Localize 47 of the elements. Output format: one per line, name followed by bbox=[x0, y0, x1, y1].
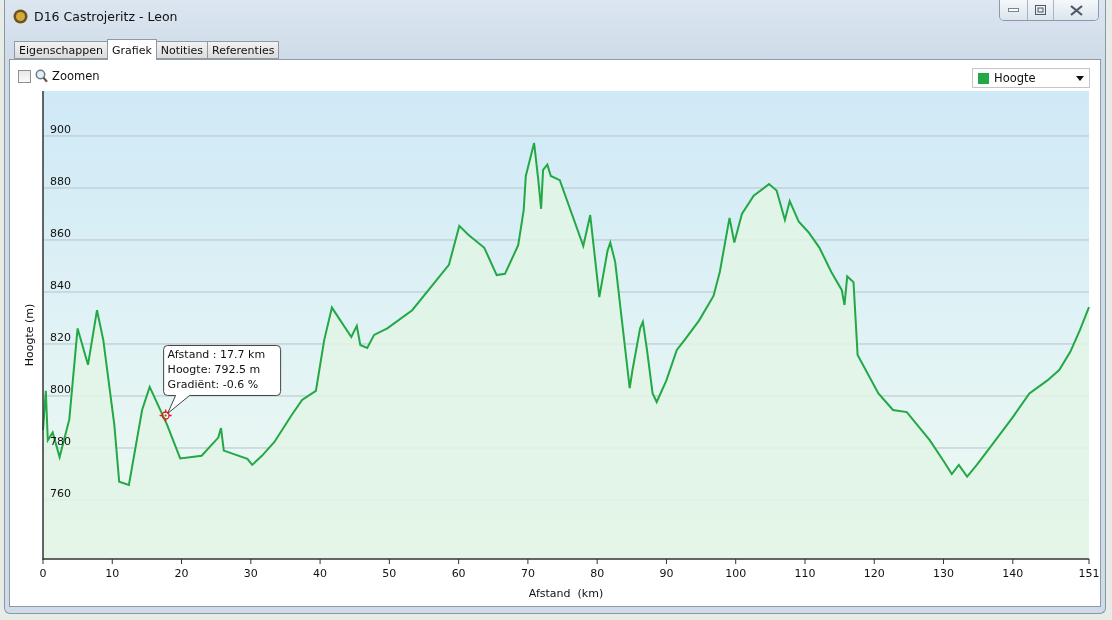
tick-label: 0 bbox=[39, 567, 47, 580]
minimize-icon bbox=[1008, 8, 1019, 12]
tooltip-text: Gradiënt: -0.6 % bbox=[167, 378, 259, 392]
crosshair-marker bbox=[158, 408, 173, 423]
axis-title: Hoogte (m) bbox=[23, 303, 36, 367]
search-icon bbox=[35, 69, 48, 83]
caret-icon bbox=[1076, 75, 1084, 81]
minimize-button[interactable] bbox=[1000, 0, 1027, 20]
app-icon bbox=[13, 9, 28, 24]
tick-label: 30 bbox=[243, 567, 258, 580]
series-dropdown[interactable]: Hoogte bbox=[972, 68, 1090, 88]
tick-label: 10 bbox=[105, 567, 120, 580]
tick-label: 80 bbox=[590, 567, 605, 580]
zoom-label: Zoomen bbox=[52, 69, 100, 83]
tick-label: 840 bbox=[50, 279, 71, 292]
tick-label: 760 bbox=[50, 487, 71, 500]
tick-label: 50 bbox=[382, 567, 397, 580]
tick-label: 900 bbox=[50, 123, 71, 136]
tick-label: 20 bbox=[174, 567, 189, 580]
tick-label: 70 bbox=[520, 567, 535, 580]
tick-label: 40 bbox=[313, 567, 328, 580]
tick-label: 800 bbox=[50, 383, 71, 396]
tick-label: 820 bbox=[50, 331, 71, 344]
tick-label: 100 bbox=[725, 567, 747, 580]
close-icon bbox=[1069, 4, 1083, 16]
tooltip-text: Hoogte: 792.5 m bbox=[167, 363, 261, 377]
maximize-button[interactable] bbox=[1027, 0, 1053, 20]
tick-label: 880 bbox=[50, 175, 71, 188]
tick-label: 130 bbox=[933, 567, 955, 580]
checkbox[interactable] bbox=[18, 69, 31, 83]
close-button[interactable] bbox=[1053, 0, 1098, 20]
tick-label: 60 bbox=[451, 567, 466, 580]
tab[interactable]: Referenties bbox=[207, 41, 280, 59]
tick-label: 90 bbox=[659, 567, 674, 580]
tick-label: 151 bbox=[1078, 567, 1100, 580]
tick-label: 120 bbox=[863, 567, 885, 580]
tick-label: 140 bbox=[1002, 567, 1024, 580]
tab[interactable]: Notities bbox=[155, 41, 208, 59]
tab[interactable]: Grafiek bbox=[106, 39, 157, 60]
window-title: D16 Castrojeritz - Leon bbox=[34, 9, 178, 24]
tick-label: 860 bbox=[50, 227, 71, 240]
maximize-icon bbox=[1035, 5, 1046, 15]
series-name: Hoogte bbox=[994, 71, 1037, 85]
tab[interactable]: Eigenschappen bbox=[14, 41, 108, 59]
axis-title: Afstand (km) bbox=[528, 587, 604, 600]
tick-label: 110 bbox=[794, 567, 816, 580]
tooltip-text: Afstand : 17.7 km bbox=[167, 348, 266, 362]
